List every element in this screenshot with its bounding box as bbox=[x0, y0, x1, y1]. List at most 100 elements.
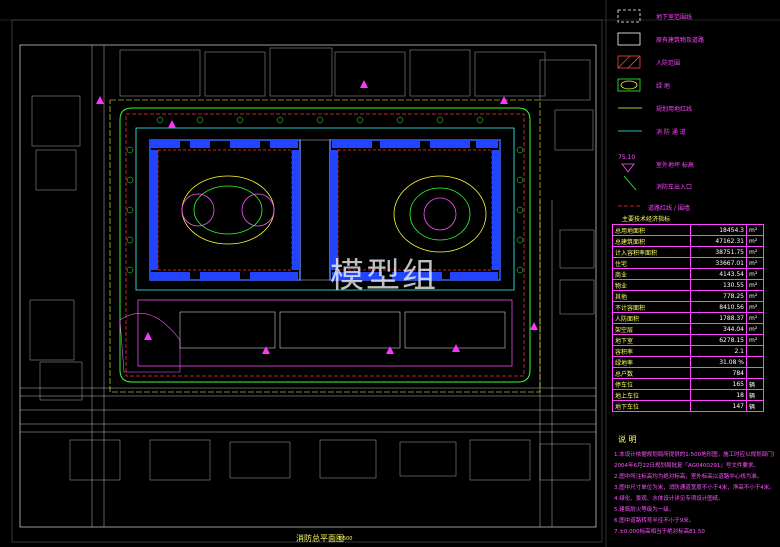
table-cell-value: 47162.31 bbox=[690, 235, 747, 247]
table-cell-unit: m² bbox=[746, 257, 764, 269]
table-cell-value: 8410.56 bbox=[690, 301, 747, 313]
legend-label-5: 规划用地红线 bbox=[656, 106, 693, 113]
table-cell-unit: m² bbox=[746, 290, 764, 302]
table-row: 停车位 165 辆 bbox=[611, 378, 764, 390]
table-cell-label: 地下室 bbox=[611, 334, 692, 346]
table-row: 总用地面积 18454.3 m² bbox=[611, 224, 764, 236]
table-cell-value: 778.25 bbox=[690, 290, 747, 302]
table-cell-label: 地上车位 bbox=[611, 389, 692, 401]
site-boundary bbox=[119, 107, 531, 383]
table-cell-label: 架空层 bbox=[611, 323, 692, 335]
table-cell-unit: 辆 bbox=[746, 400, 764, 412]
commercial-blocks bbox=[179, 311, 506, 349]
note-line: 4.绿化、景观、水体设计详见专项设计图纸。 bbox=[614, 496, 724, 502]
table-cell-unit: 辆 bbox=[746, 378, 764, 390]
table-cell-label: 商业 bbox=[611, 268, 692, 280]
table-cell-unit: m² bbox=[746, 312, 764, 324]
table-row: 住宅 33667.01 m² bbox=[611, 257, 764, 269]
legend-label-4: 绿 地 bbox=[656, 83, 670, 90]
legend-label-8: 消防车出入口 bbox=[656, 184, 693, 191]
notes-title: 说 明 bbox=[618, 435, 637, 444]
watermark: 模型组 bbox=[330, 256, 438, 296]
drawing-scale: 1:500 bbox=[338, 536, 353, 542]
table-cell-value: 2.1 bbox=[690, 345, 747, 357]
table-row: 其他 778.25 m² bbox=[611, 290, 764, 302]
table-cell-unit bbox=[746, 367, 764, 379]
legend-label-7: 室外地坪 标高 bbox=[656, 162, 694, 169]
legend-label-3: 人防范围 bbox=[656, 60, 681, 67]
white-box-icon bbox=[617, 32, 641, 46]
table-cell-value: 344.04 bbox=[690, 323, 747, 335]
table-cell-label: 人防面积 bbox=[611, 312, 692, 324]
table-cell-label: 住宅 bbox=[611, 257, 692, 269]
table-cell-unit bbox=[746, 345, 764, 357]
table-row: 物业 130.55 m² bbox=[611, 279, 764, 291]
table-row: 绿地率 31.08 % bbox=[611, 356, 764, 368]
street-lines bbox=[20, 45, 596, 527]
table-cell-label: 其他 bbox=[611, 290, 692, 302]
table-row: 总户数 784 bbox=[611, 367, 764, 379]
context-buildings bbox=[29, 47, 595, 481]
level-mark-icon bbox=[621, 163, 635, 173]
table-cell-label: 容积率 bbox=[611, 345, 692, 357]
table-cell-label: 绿地率 bbox=[611, 356, 692, 368]
table-cell-unit: m² bbox=[746, 268, 764, 280]
table-cell-value: 38751.75 bbox=[690, 246, 747, 258]
table-cell-unit bbox=[746, 356, 764, 368]
legend-label-2: 原有建筑物及道路 bbox=[656, 37, 705, 44]
table-cell-value: 1788.37 bbox=[690, 312, 747, 324]
table-row: 不计容面积 8410.56 m² bbox=[611, 301, 764, 313]
table-row: 人防面积 1788.37 m² bbox=[611, 312, 764, 324]
table-cell-unit: m² bbox=[746, 301, 764, 313]
table-cell-unit: m² bbox=[746, 279, 764, 291]
dashed-white-box-icon bbox=[617, 9, 641, 23]
note-line: 3.图中尺寸单位为米，消防通道宽度不小于4米，净高不小于4米。 bbox=[614, 485, 774, 491]
table-cell-value: 31.08 % bbox=[690, 356, 747, 368]
table-row: 计入容积率面积 38751.75 m² bbox=[611, 246, 764, 258]
table-cell-label: 地下车位 bbox=[611, 400, 692, 412]
table-cell-unit: m² bbox=[746, 235, 764, 247]
table-cell-label: 计入容积率面积 bbox=[611, 246, 692, 258]
drawing-title: 消防总平面图 bbox=[296, 534, 344, 543]
building-hatch bbox=[150, 140, 500, 280]
table-cell-value: 18 bbox=[690, 389, 747, 401]
table-cell-unit: m² bbox=[746, 323, 764, 335]
table-row: 架空层 344.04 m² bbox=[611, 323, 764, 335]
table-cell-label: 总建筑面积 bbox=[611, 235, 692, 247]
table-row: 商业 4143.54 m² bbox=[611, 268, 764, 280]
table-cell-value: 18454.3 bbox=[690, 224, 747, 236]
table-row: 地下车位 147 辆 bbox=[611, 400, 764, 412]
table-cell-unit: m² bbox=[746, 334, 764, 346]
note-line: 1.本设计依据规划局所提供的1:500地形图，施工时应以规划部门放线为准。 bbox=[614, 452, 774, 458]
fire-lane bbox=[135, 127, 515, 291]
table-row: 容积率 2.1 bbox=[611, 345, 764, 357]
table-cell-label: 停车位 bbox=[611, 378, 692, 390]
legend-label-6: 消 防 通 道 bbox=[656, 129, 686, 136]
table-row: 地上车位 18 辆 bbox=[611, 389, 764, 401]
note-line: 5.建筑耐火等级为一级。 bbox=[614, 507, 675, 513]
table-cell-unit: m² bbox=[746, 246, 764, 258]
level-value: 75.10 bbox=[618, 154, 636, 161]
legend-label-9: 道路红线 / 围墙 bbox=[648, 205, 690, 212]
table-cell-value: 6278.15 bbox=[690, 334, 747, 346]
table-cell-value: 165 bbox=[690, 378, 747, 390]
note-line: 6.图中道路转弯半径不小于9米。 bbox=[614, 518, 695, 524]
table-cell-label: 物业 bbox=[611, 279, 692, 291]
table-cell-unit: 辆 bbox=[746, 389, 764, 401]
table-row: 总建筑面积 47162.31 m² bbox=[611, 235, 764, 247]
table-cell-value: 147 bbox=[690, 400, 747, 412]
note-line: 2.图中所注标高均为绝对标高，室外标高以道路中心线为准。 bbox=[614, 474, 763, 480]
legend-icons bbox=[617, 9, 642, 207]
table-cell-label: 总用地面积 bbox=[611, 224, 692, 236]
green-arrow-icon bbox=[623, 175, 637, 191]
table-cell-value: 4143.54 bbox=[690, 268, 747, 280]
table-cell-unit: m² bbox=[746, 224, 764, 236]
table-cell-value: 130.55 bbox=[690, 279, 747, 291]
indicator-table: 总用地面积 18454.3 m² 总建筑面积 47162.31 m² 计入容积率面积 3875… bbox=[611, 224, 764, 412]
note-line: 7.±0.000标高相当于绝对标高81.50 bbox=[614, 529, 705, 535]
table-row: 地下室 6278.15 m² bbox=[611, 334, 764, 346]
drawing-border bbox=[19, 44, 597, 528]
hatched-red-box-icon bbox=[617, 55, 641, 69]
table-cell-value: 33667.01 bbox=[690, 257, 747, 269]
table-cell-value: 784 bbox=[690, 367, 747, 379]
